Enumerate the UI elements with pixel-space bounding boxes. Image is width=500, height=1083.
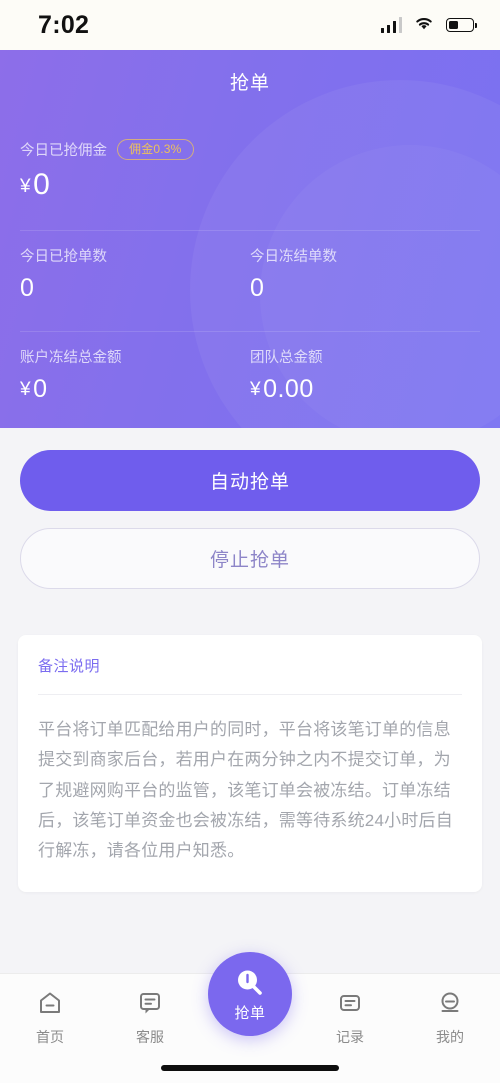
document-icon [335,988,365,1018]
tab-home-label: 首页 [36,1029,64,1045]
tab-records[interactable]: 记录 [300,988,400,1047]
battery-icon [446,18,477,32]
team-total-amount-label: 团队总金额 [250,350,323,367]
stop-grab-button[interactable]: 停止抢单 [20,528,480,590]
tab-records-label: 记录 [336,1029,364,1045]
today-grabbed-orders-cell: 今日已抢单数 0 [20,245,250,303]
tab-home[interactable]: 首页 [0,988,100,1047]
commission-group: 今日已抢佣金 佣金0.3% ¥0 [0,121,500,202]
home-indicator [161,1065,339,1071]
notice-divider [38,694,462,696]
tab-profile-label: 我的 [436,1029,464,1045]
notice-body: 平台将订单匹配给用户的同时，平台将该笔订单的信息提交到商家后台，若用户在两分钟之… [38,720,453,861]
today-frozen-orders-value: 0 [250,274,265,303]
team-total-amount: 0.00 [263,375,314,404]
today-frozen-orders-cell: 今日冻结单数 0 [250,245,480,303]
today-grabbed-orders-value: 0 [20,274,35,303]
team-total-amount-cell: 团队总金额 ¥0.00 [250,346,480,404]
commission-label-row: 今日已抢佣金 佣金0.3% [20,139,480,161]
commission-currency: ¥ [20,176,32,198]
status-icons [380,15,477,36]
today-grabbed-orders-label: 今日已抢单数 [20,249,107,266]
tab-profile[interactable]: 我的 [400,988,500,1047]
page-title: 抢单 [229,73,270,94]
header-panel: 抢单 今日已抢佣金 佣金0.3% ¥0 今日已抢单数 0 今日冻结单数 0 账户… [0,50,500,429]
person-icon [435,988,465,1018]
commission-rate-badge: 佣金0.3% [117,139,194,161]
notice-card: 备注说明 平台将订单匹配给用户的同时，平台将该笔订单的信息提交到商家后台，若用户… [18,635,482,893]
account-frozen-total-label: 账户冻结总金额 [20,350,122,367]
tab-support-label: 客服 [136,1029,164,1045]
search-icon [233,966,267,1000]
status-bar: 7:02 [0,0,500,50]
account-frozen-total-cell: 账户冻结总金额 ¥0 [20,346,250,404]
auto-grab-button[interactable]: 自动抢单 [20,450,480,512]
amounts-row: 账户冻结总金额 ¥0 团队总金额 ¥0.00 [20,332,480,404]
status-time: 7:02 [38,10,90,39]
orders-group: 今日已抢单数 0 今日冻结单数 0 [0,202,500,303]
phone-screen: 7:02 抢单 今日已抢佣金 佣金0.3% ¥0 今日已抢单数 0 今日冻结单数… [0,0,500,1083]
commission-amount: 0 [33,168,51,202]
action-buttons: 自动抢单 停止抢单 [0,428,500,590]
notice-title: 备注说明 [38,658,101,676]
account-frozen-amount: 0 [33,375,48,404]
team-total-amount-value: ¥0.00 [250,375,480,404]
grab-order-fab[interactable]: 抢单 [208,952,292,1036]
team-total-currency: ¥ [250,379,262,401]
amounts-group: 账户冻结总金额 ¥0 团队总金额 ¥0.00 [0,303,500,404]
commission-label: 今日已抢佣金 [20,143,107,160]
wifi-icon [413,15,435,36]
cellular-signal-icon [380,17,402,33]
account-frozen-currency: ¥ [20,379,32,401]
today-frozen-orders-label: 今日冻结单数 [250,249,337,266]
tab-support[interactable]: 客服 [100,988,200,1047]
account-frozen-total-value: ¥0 [20,375,250,404]
home-icon [35,988,65,1018]
commission-value: ¥0 [20,168,480,202]
orders-row: 今日已抢单数 0 今日冻结单数 0 [20,231,480,303]
chat-bubble-icon [135,988,165,1018]
grab-order-label: 抢单 [234,1004,266,1022]
